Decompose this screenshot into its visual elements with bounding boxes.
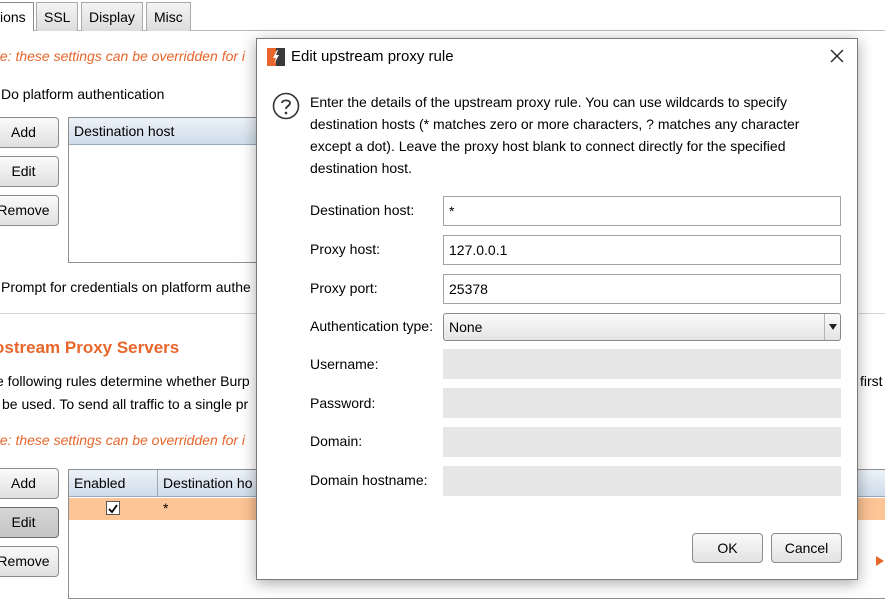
tab-misc[interactable]: Misc xyxy=(146,2,191,31)
platform-auth-add-button[interactable]: Add xyxy=(0,117,59,148)
upstream-add-button[interactable]: Add xyxy=(0,468,59,499)
platform-auth-remove-button[interactable]: Remove xyxy=(0,195,59,226)
proxy-port-label: Proxy port: xyxy=(310,280,378,296)
chevron-down-icon[interactable] xyxy=(824,314,840,340)
dialog-titlebar[interactable]: Edit upstream proxy rule xyxy=(257,39,857,75)
tab-connections[interactable]: ions xyxy=(0,2,34,31)
dialog-description: Enter the details of the upstream proxy … xyxy=(310,94,800,176)
domain-input[interactable] xyxy=(443,427,841,457)
settings-tab-strip: ions SSL Display Misc xyxy=(0,0,885,31)
close-icon[interactable] xyxy=(828,47,846,65)
upstream-edit-button[interactable]: Edit xyxy=(0,507,59,538)
ok-button[interactable]: OK xyxy=(692,533,763,563)
platform-auth-table: Destination host xyxy=(68,117,269,263)
upstream-desc-right-fragment: first xyxy=(860,373,883,389)
checkmark-icon xyxy=(108,504,118,514)
password-label: Password: xyxy=(310,395,376,411)
upstream-desc-line2: be used. To send all traffic to a single… xyxy=(2,396,249,412)
burp-logo-icon xyxy=(267,48,285,66)
authentication-type-value: None xyxy=(449,319,483,335)
proxy-port-input[interactable] xyxy=(443,274,841,304)
proxy-host-label: Proxy host: xyxy=(310,241,381,257)
upstream-proxy-section-title: ostream Proxy Servers xyxy=(0,338,180,357)
dialog-title: Edit upstream proxy rule xyxy=(291,48,454,65)
platform-auth-override-note: te: these settings can be overridden for… xyxy=(0,48,246,64)
prompt-credentials-checkbox[interactable]: Prompt for credentials on platform authe xyxy=(1,279,251,295)
domain-label: Domain: xyxy=(310,433,363,449)
destination-host-input[interactable] xyxy=(443,196,841,226)
password-input[interactable] xyxy=(443,388,841,418)
platform-auth-edit-button[interactable]: Edit xyxy=(0,156,59,187)
authentication-type-label: Authentication type: xyxy=(310,318,433,334)
column-header-destination-host[interactable]: Destination host xyxy=(69,118,269,145)
upstream-override-note: te: these settings can be overridden for… xyxy=(0,432,246,448)
help-question-icon xyxy=(272,92,300,120)
destination-host-label: Destination host: xyxy=(310,202,415,218)
upstream-desc-line1: e following rules determine whether Burp xyxy=(0,373,250,389)
upstream-remove-button[interactable]: Remove xyxy=(0,546,59,577)
domain-hostname-label: Domain hostname: xyxy=(310,472,428,488)
tab-ssl[interactable]: SSL xyxy=(36,2,79,31)
scroll-right-arrow-icon[interactable] xyxy=(876,556,884,566)
column-header-enabled[interactable]: Enabled xyxy=(69,470,158,497)
row-destination-host: * xyxy=(163,500,169,516)
domain-hostname-input[interactable] xyxy=(443,466,841,496)
do-platform-auth-checkbox[interactable]: Do platform authentication xyxy=(1,86,164,102)
authentication-type-select[interactable]: None xyxy=(443,313,841,341)
proxy-host-input[interactable] xyxy=(443,235,841,265)
cancel-button[interactable]: Cancel xyxy=(771,533,842,563)
row-enabled-checkbox[interactable] xyxy=(106,501,120,515)
edit-upstream-proxy-rule-dialog: Edit upstream proxy rule Enter the detai… xyxy=(256,38,858,580)
tab-display[interactable]: Display xyxy=(81,2,143,31)
username-label: Username: xyxy=(310,356,379,372)
username-input[interactable] xyxy=(443,349,841,379)
